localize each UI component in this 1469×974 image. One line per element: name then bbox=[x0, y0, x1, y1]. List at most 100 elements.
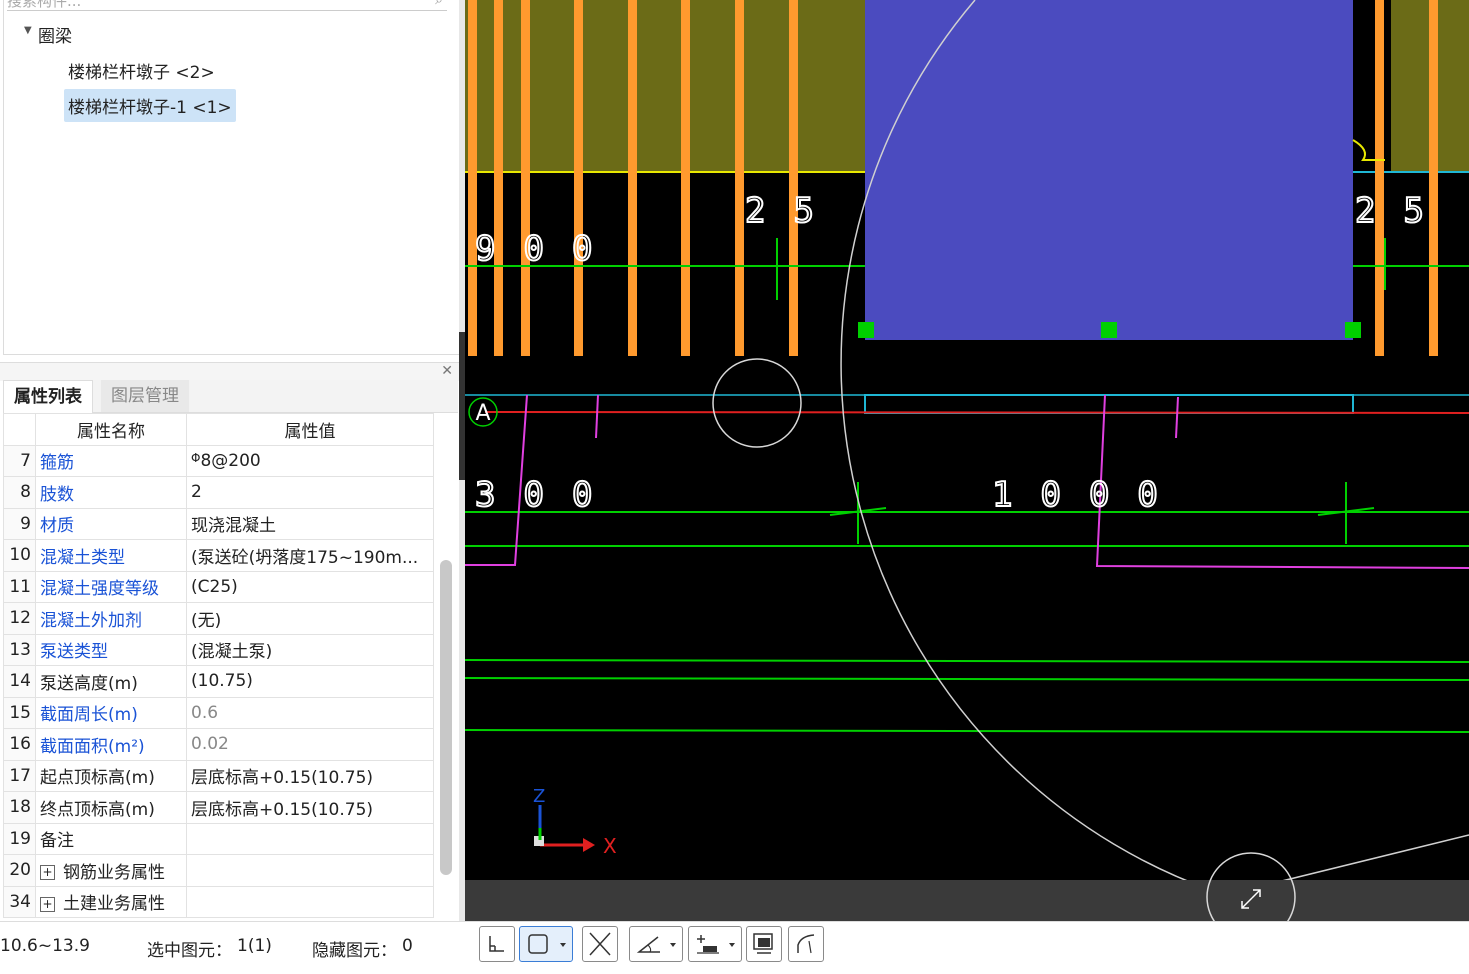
snap-toggle-button[interactable] bbox=[519, 926, 573, 962]
tree-item-selected[interactable]: 楼梯栏杆墩子-1 <1> bbox=[64, 89, 236, 122]
property-grid: 属性名称 属性值 7 箍筋 Φ8@200 8 肢数 2 9 材质 现浇混凝土 1… bbox=[3, 413, 434, 918]
row-number: 8 bbox=[3, 476, 36, 509]
snap-square-icon bbox=[528, 934, 566, 954]
prop-name: 起点顶标高(m) bbox=[35, 759, 187, 792]
tab-property-list[interactable]: 属性列表 bbox=[3, 380, 93, 413]
prop-value[interactable]: (泵送砼(坍落度175~190m... bbox=[186, 539, 434, 572]
table-row[interactable]: 14 泵送高度(m) (10.75) bbox=[3, 665, 434, 698]
status-hidden-value: 0 bbox=[402, 936, 413, 956]
tree-item[interactable]: 楼梯栏杆墩子 <2> bbox=[68, 58, 215, 83]
caret-down-icon[interactable]: ▼ bbox=[24, 25, 32, 36]
snap-circle bbox=[712, 358, 802, 448]
table-row[interactable]: 7 箍筋 Φ8@200 bbox=[3, 444, 434, 477]
search-placeholder: 搜索构件... bbox=[7, 0, 82, 10]
table-row[interactable]: 11 混凝土强度等级 (C25) bbox=[3, 570, 434, 603]
monitor-icon bbox=[753, 933, 773, 954]
row-number: 10 bbox=[3, 539, 36, 572]
prop-value[interactable]: 现浇混凝土 bbox=[186, 507, 434, 540]
row-number: 17 bbox=[3, 759, 36, 792]
property-scrollbar[interactable] bbox=[440, 560, 452, 875]
prop-name: 混凝土强度等级 bbox=[35, 570, 187, 603]
table-row[interactable]: 18 终点顶标高(m) 层底标高+0.15(10.75) bbox=[3, 791, 434, 824]
prop-value[interactable]: 层底标高+0.15(10.75) bbox=[186, 791, 434, 824]
prop-name: 混凝土类型 bbox=[35, 539, 187, 572]
prop-value[interactable]: (混凝土泵) bbox=[186, 633, 434, 666]
row-number: 11 bbox=[3, 570, 36, 603]
table-row[interactable]: 34 + 土建业务属性 bbox=[3, 885, 434, 918]
component-tree: 搜索构件... ⌕ ▼ 圈梁 楼梯栏杆墩子 <2> 楼梯栏杆墩子-1 <1> bbox=[3, 0, 460, 355]
prop-name: 泵送类型 bbox=[35, 633, 187, 666]
row-number: 7 bbox=[3, 444, 36, 477]
table-row[interactable]: 12 混凝土外加剂 (无) bbox=[3, 602, 434, 635]
table-row[interactable]: 17 起点顶标高(m) 层底标高+0.15(10.75) bbox=[3, 759, 434, 792]
row-number: 12 bbox=[3, 602, 36, 635]
selected-component-block[interactable] bbox=[865, 0, 1353, 340]
status-range: 10.6~13.9 bbox=[0, 936, 90, 956]
prop-value bbox=[186, 854, 434, 887]
prop-value[interactable]: (C25) bbox=[186, 570, 434, 603]
prop-name-expandable[interactable]: + 钢筋业务属性 bbox=[35, 854, 187, 887]
row-number: 18 bbox=[3, 791, 36, 824]
row-number: 14 bbox=[3, 665, 36, 698]
angle-icon bbox=[636, 936, 676, 953]
offset-icon bbox=[697, 935, 735, 954]
beam-outline[interactable] bbox=[864, 394, 1354, 414]
search-input[interactable]: 搜索构件... ⌕ bbox=[7, 0, 447, 11]
canvas-bottom-strip bbox=[465, 880, 1469, 921]
tree-group-label[interactable]: 圈梁 bbox=[38, 22, 72, 47]
table-row[interactable]: 16 截面面积(m²) 0.02 bbox=[3, 728, 434, 761]
cad-canvas[interactable]: 900 25 25 A 300 1000 X Z bbox=[465, 0, 1469, 921]
prop-value[interactable]: (无) bbox=[186, 602, 434, 635]
prop-value[interactable]: 2 bbox=[186, 476, 434, 509]
table-row[interactable]: 8 肢数 2 bbox=[3, 476, 434, 509]
row-number: 34 bbox=[3, 885, 36, 918]
axis-line-A[interactable] bbox=[484, 411, 1469, 414]
row-number: 15 bbox=[3, 696, 36, 729]
ortho-toggle-button[interactable] bbox=[479, 926, 515, 962]
curve-icon bbox=[797, 934, 815, 954]
display-toggle-button[interactable] bbox=[746, 926, 782, 962]
table-row[interactable]: 19 备注 bbox=[3, 822, 434, 855]
expand-plus-icon[interactable]: + bbox=[40, 896, 55, 912]
prop-value-text: 8@200 bbox=[200, 450, 261, 471]
search-icon[interactable]: ⌕ bbox=[435, 0, 443, 8]
prop-name: 混凝土外加剂 bbox=[35, 602, 187, 635]
expand-plus-icon[interactable]: + bbox=[40, 865, 55, 881]
close-icon[interactable]: ✕ bbox=[441, 363, 453, 379]
cross-icon bbox=[589, 932, 611, 956]
table-row[interactable]: 9 材质 现浇混凝土 bbox=[3, 507, 434, 540]
prop-name: 泵送高度(m) bbox=[35, 665, 187, 698]
prop-group-label: 钢筋业务属性 bbox=[63, 862, 165, 883]
dimension-25-right: 25 bbox=[1355, 191, 1452, 231]
prop-value[interactable]: (10.75) bbox=[186, 665, 434, 698]
status-selected-label: 选中图元： bbox=[147, 941, 232, 961]
row-number: 16 bbox=[3, 728, 36, 761]
cross-toggle-button[interactable] bbox=[582, 926, 618, 962]
panel-header bbox=[0, 362, 459, 381]
status-bar: 10.6~13.9 选中图元： 1(1) 隐藏图元： 0 bbox=[0, 921, 1469, 974]
table-row[interactable]: 20 + 钢筋业务属性 bbox=[3, 854, 434, 887]
prop-value[interactable] bbox=[186, 822, 434, 855]
angle-toggle-button[interactable] bbox=[629, 926, 683, 962]
table-row[interactable]: 13 泵送类型 (混凝土泵) bbox=[3, 633, 434, 666]
prop-value bbox=[186, 885, 434, 918]
table-row[interactable]: 10 混凝土类型 (泵送砼(坍落度175~190m... bbox=[3, 539, 434, 572]
offset-toggle-button[interactable] bbox=[688, 926, 742, 962]
curve-toggle-button[interactable] bbox=[788, 926, 824, 962]
cad-drawing[interactable]: 900 25 25 A 300 1000 X Z bbox=[465, 0, 1469, 921]
tab-layer-management[interactable]: 图层管理 bbox=[101, 380, 189, 412]
prop-name: 截面面积(m²) bbox=[35, 728, 187, 761]
grid-header-row: 属性名称 属性值 bbox=[3, 413, 434, 446]
ucs-axes-icon: X Z bbox=[533, 786, 617, 858]
prop-name: 箍筋 bbox=[35, 444, 187, 477]
prop-name: 截面周长(m) bbox=[35, 696, 187, 729]
prop-name: 备注 bbox=[35, 822, 187, 855]
property-tabs: 属性列表 图层管理 bbox=[3, 380, 458, 413]
header-name: 属性名称 bbox=[35, 413, 187, 446]
prop-name-expandable[interactable]: + 土建业务属性 bbox=[35, 885, 187, 918]
prop-value[interactable]: Φ8@200 bbox=[186, 444, 434, 477]
ortho-icon bbox=[489, 936, 504, 952]
prop-value[interactable]: 层底标高+0.15(10.75) bbox=[186, 759, 434, 792]
status-selected-value: 1(1) bbox=[237, 936, 272, 956]
table-row[interactable]: 15 截面周长(m) 0.6 bbox=[3, 696, 434, 729]
